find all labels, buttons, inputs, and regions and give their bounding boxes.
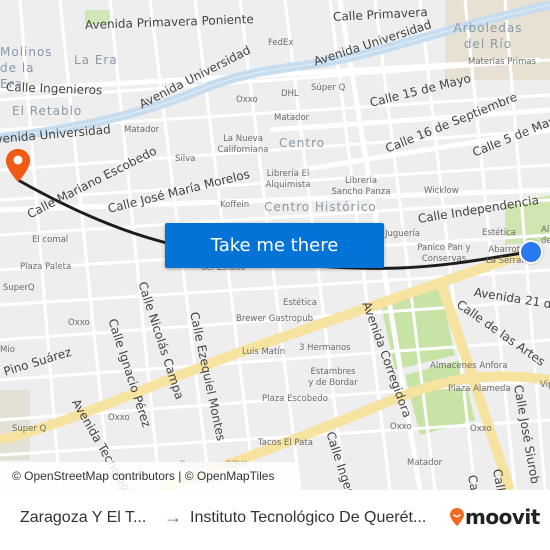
poi-label: Tacos El Pata xyxy=(258,438,313,448)
poi-label: Juguería xyxy=(385,229,420,239)
moovit-logo[interactable]: moovit xyxy=(449,505,540,529)
poi-label: Vip xyxy=(540,380,550,390)
destination-pin-icon[interactable] xyxy=(5,148,31,184)
area-label: Arboledas del Río xyxy=(453,21,523,51)
poi-label: Oxxo xyxy=(108,413,130,423)
poi-label: DHL xyxy=(281,89,299,99)
poi-label: Matador xyxy=(407,458,443,468)
poi-label: Matador xyxy=(274,113,310,123)
poi-label: Materias Primas xyxy=(468,57,537,67)
poi-label: Matador xyxy=(124,125,160,135)
poi-label: Panico Pan y Conservas xyxy=(417,243,471,264)
poi-label: Estética xyxy=(482,228,516,238)
poi-label: Koffein xyxy=(220,200,250,210)
poi-label: Almacenes Anfora xyxy=(430,361,508,371)
poi-label: 3 Hermanos xyxy=(299,343,351,353)
poi-label: Plaza Alameda xyxy=(448,384,511,394)
poi-label: Librería Sancho Panza xyxy=(331,176,391,197)
origin-stop-name: Zaragoza Y El T... xyxy=(20,509,147,526)
map-attribution[interactable]: © OpenStreetMap contributors | © OpenMap… xyxy=(0,462,298,490)
area-label: Centro xyxy=(279,136,326,150)
poi-label: Estambres y de Bordar xyxy=(308,367,358,388)
moovit-pin-icon xyxy=(450,508,464,526)
moovit-wordmark: moovit xyxy=(465,505,540,529)
poi-label: Al de xyxy=(541,225,550,246)
poi-label: Oxxo xyxy=(470,424,492,434)
poi-label: Librería El Alquimista xyxy=(265,169,311,190)
poi-label: SuperQ xyxy=(3,283,35,293)
poi-label: Luis Matín xyxy=(242,347,286,357)
poi-label: Silva xyxy=(175,154,196,164)
poi-label: Oxxo xyxy=(236,95,258,105)
area-label: El Retablo xyxy=(12,104,83,118)
take-me-there-button[interactable]: Take me there xyxy=(165,223,384,268)
origin-marker-icon[interactable] xyxy=(519,240,543,264)
poi-label: La Nueva Californiana xyxy=(217,134,269,155)
poi-label: Súper Q xyxy=(311,83,346,93)
area-label: Molinos de la Era xyxy=(0,45,53,91)
poi-label: Plaza Paleta xyxy=(20,262,72,272)
area-label: La Era xyxy=(74,53,118,67)
area-label: Centro Histórico xyxy=(264,200,377,214)
poi-label: Mio xyxy=(0,345,15,355)
poi-label: FedEx xyxy=(268,38,294,48)
route-footer: Zaragoza Y El T... → Instituto Tecnológi… xyxy=(0,490,550,550)
poi-label: Super Q xyxy=(12,424,47,434)
poi-label: Oxxo xyxy=(68,318,90,328)
poi-label: Estética xyxy=(283,298,317,308)
poi-label: El comal xyxy=(32,235,69,245)
poi-label: Brewer Gastropub xyxy=(236,314,313,324)
poi-label: Plaza Escobedo xyxy=(262,394,328,404)
map-view[interactable]: Avenida Primavera Poniente Calle Primave… xyxy=(0,0,550,490)
arrow-right-icon: → xyxy=(164,507,182,527)
poi-label: Wicklow xyxy=(424,186,459,196)
destination-name: Instituto Tecnológico De Querét... xyxy=(190,509,427,526)
poi-label: Oxxo xyxy=(390,422,412,432)
